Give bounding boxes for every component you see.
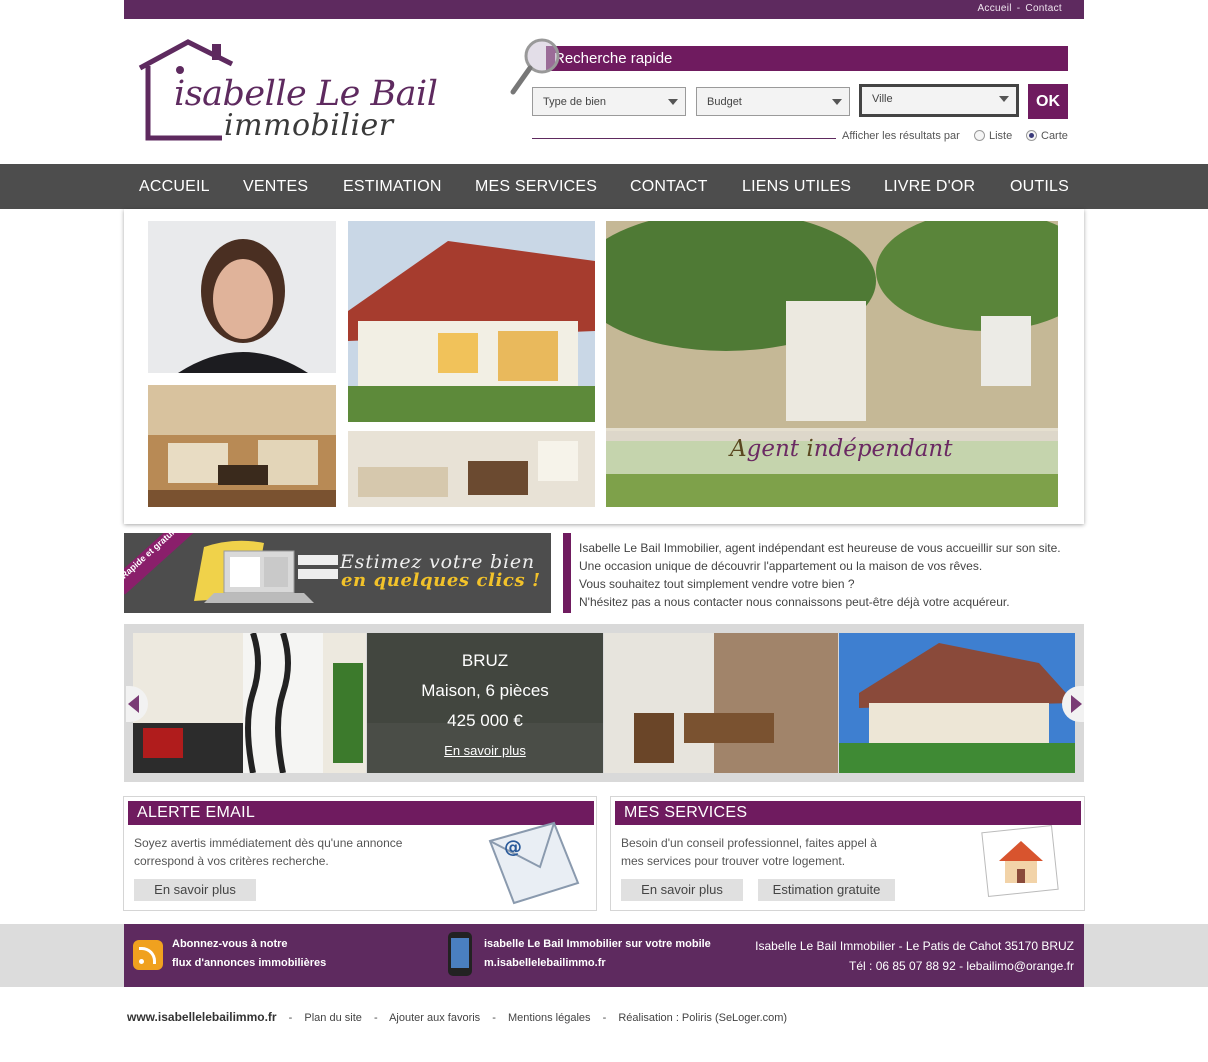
mobile-url: m.isabellelebailimmo.fr [484, 957, 606, 969]
agent-caption-overlay: Agent indépendant [606, 428, 1058, 474]
rss-icon[interactable] [133, 940, 163, 970]
main-nav: ACCUEIL VENTES ESTIMATION MES SERVICES C… [0, 164, 1208, 209]
agency-address: Isabelle Le Bail Immobilier - Le Patis d… [755, 936, 1074, 976]
site-url[interactable]: www.isabellelebailimmo.fr [127, 1010, 277, 1024]
listing-price: 425 000 € [447, 711, 523, 730]
living-room-photo [148, 385, 336, 507]
svg-text:@: @ [504, 837, 522, 858]
chevron-down-icon [668, 99, 678, 105]
site-logo[interactable]: isabelle Le Bail immobilier [136, 38, 438, 148]
chevron-down-icon [999, 96, 1009, 102]
results-divider [532, 138, 836, 139]
laptop-calculator-icon [194, 540, 338, 603]
radio-icon [974, 130, 985, 141]
mobile-phone-icon [448, 932, 472, 976]
services-text-line: Besoin d'un conseil professionnel, faite… [621, 836, 877, 850]
intro-line: N'hésitez pas a nous contacter nous conn… [579, 595, 1010, 609]
listing-more-link[interactable]: En savoir plus [367, 743, 603, 758]
nav-item-outils[interactable]: OUTILS [1010, 178, 1069, 196]
top-link-home[interactable]: Accueil [977, 3, 1011, 14]
alert-email-box: ALERTE EMAIL Soyez avertis immédiatement… [123, 796, 597, 911]
estimate-line2: en quelques clics ! [341, 570, 541, 591]
search-title: Recherche rapide [546, 46, 1068, 71]
logo-subtitle: immobilier [224, 108, 394, 143]
caption-initial-i: i [806, 436, 814, 462]
bottom-separator: - [492, 1012, 496, 1024]
bottom-separator: - [602, 1012, 607, 1024]
alert-email-text: Soyez avertis immédiatement dès qu'une a… [134, 834, 402, 870]
intro-line: Isabelle Le Bail Immobilier, agent indép… [579, 541, 1061, 555]
rss-subscribe-link[interactable]: Abonnez-vous à notre flux d'annonces imm… [172, 935, 326, 973]
interior-photo [348, 431, 595, 507]
intro-line: Vous souhaitez tout simplement vendre vo… [579, 577, 855, 591]
nav-item-contact[interactable]: CONTACT [630, 178, 708, 196]
nav-item-services[interactable]: MES SERVICES [475, 178, 597, 196]
estimate-badge: Rapide et gratuit ! [124, 533, 197, 595]
top-link-separator: - [1016, 3, 1021, 14]
mobile-site-link[interactable]: isabelle Le Bail Immobilier sur votre mo… [484, 935, 711, 973]
chevron-down-icon [832, 99, 842, 105]
alert-text-line: Soyez avertis immédiatement dès qu'une a… [134, 836, 403, 850]
bottom-links: www.isabellelebailimmo.fr - Plan du site… [127, 1010, 787, 1024]
listing-city: BRUZ [461, 651, 509, 670]
contact-line: Tél : 06 85 07 88 92 - lebailimo@orange.… [849, 959, 1074, 973]
city-label: Ville [872, 93, 893, 105]
rss-text-line: flux d'annonces immobilières [172, 957, 327, 969]
sitemap-link[interactable]: Plan du site [304, 1012, 361, 1024]
results-map-radio[interactable]: Carte [1026, 130, 1068, 142]
alert-text-line: correspond à vos critères recherche. [134, 854, 329, 868]
intro-accent-bar [563, 533, 571, 613]
carousel-slide[interactable] [839, 633, 1075, 773]
rss-text-line: Abonnez-vous à notre [172, 938, 288, 950]
property-type-label: Type de bien [543, 96, 606, 108]
nav-item-accueil[interactable]: ACCUEIL [139, 178, 210, 196]
caption-part1: gent [746, 436, 807, 462]
agent-portrait [148, 221, 336, 373]
carousel-slide[interactable] [604, 633, 838, 773]
budget-select[interactable]: Budget [696, 87, 850, 116]
free-estimate-button[interactable]: Estimation gratuite [758, 879, 895, 901]
results-label: Afficher les résultats par [842, 130, 960, 142]
radio-checked-icon [1026, 130, 1037, 141]
services-more-button[interactable]: En savoir plus [621, 879, 743, 901]
results-list-radio[interactable]: Liste [974, 130, 1012, 142]
nav-item-liens[interactable]: LIENS UTILES [742, 178, 851, 196]
nav-item-estimation[interactable]: ESTIMATION [343, 178, 442, 196]
featured-listing-info[interactable]: BRUZ Maison, 6 pièces 425 000 € En savoi… [367, 633, 603, 773]
top-link-contact[interactable]: Contact [1025, 3, 1062, 14]
results-map-label: Carte [1041, 130, 1068, 142]
credit-link[interactable]: Réalisation : Poliris (SeLoger.com) [618, 1012, 787, 1024]
services-text: Besoin d'un conseil professionnel, faite… [621, 834, 877, 870]
legal-link[interactable]: Mentions légales [508, 1012, 591, 1024]
bottom-separator: - [373, 1012, 378, 1024]
results-list-label: Liste [989, 130, 1013, 142]
house-in-hand-icon [981, 824, 1059, 898]
search-ok-button[interactable]: OK [1028, 84, 1068, 119]
intro-line: Une occasion unique de découvrir l'appar… [579, 559, 983, 573]
nav-item-ventes[interactable]: VENTES [243, 178, 308, 196]
carousel-slide[interactable] [133, 633, 366, 773]
budget-label: Budget [707, 96, 742, 108]
add-favorites-link[interactable]: Ajouter aux favoris [389, 1012, 480, 1024]
top-bar: Accueil - Contact [124, 0, 1084, 19]
mobile-text-line: isabelle Le Bail Immobilier sur votre mo… [484, 938, 711, 950]
house-photo [348, 221, 595, 422]
services-box: MES SERVICES Besoin d'un conseil profess… [610, 796, 1085, 911]
caption-initial-a: A [730, 436, 747, 462]
alert-more-button[interactable]: En savoir plus [134, 879, 256, 901]
address-line: Isabelle Le Bail Immobilier - Le Patis d… [755, 939, 1074, 953]
bottom-separator: - [288, 1012, 293, 1024]
caption-part2: ndépendant [813, 436, 953, 462]
listing-type: Maison, 6 pièces [421, 681, 549, 700]
agent-caption: Agent indépendant [730, 436, 952, 462]
envelope-icon: @ [488, 821, 580, 905]
services-text-line: mes services pour trouver votre logement… [621, 854, 846, 868]
property-type-select[interactable]: Type de bien [532, 87, 686, 116]
intro-text: Isabelle Le Bail Immobilier, agent indép… [579, 539, 1061, 611]
estimate-banner[interactable]: Rapide et gratuit ! Estimez votre bien e… [124, 533, 551, 613]
nav-item-livre-dor[interactable]: LIVRE D'OR [884, 178, 975, 196]
city-select[interactable]: Ville [859, 84, 1019, 117]
top-links: Accueil - Contact [977, 3, 1062, 14]
